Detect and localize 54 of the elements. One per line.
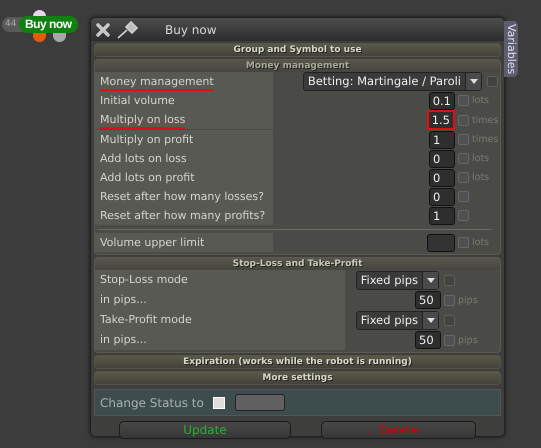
dropdown[interactable]: Fixed pips [356,270,439,290]
checkbox[interactable] [444,334,455,346]
pin-icon[interactable] [117,20,139,38]
field-label: Initial volume [95,91,273,110]
status-field[interactable] [235,394,285,411]
section-header[interactable]: Stop-Loss and Take-Profit [95,258,500,270]
window-title: Buy now [165,22,217,36]
field-label: Multiply on profit [95,130,273,149]
close-icon[interactable] [95,22,111,38]
number-field[interactable]: 0 [429,150,455,168]
checkbox[interactable] [444,274,455,286]
checkbox[interactable] [458,172,469,183]
number-field[interactable]: 1 [429,130,455,148]
field-label: Volume upper limit [95,233,273,252]
field-label: Money management [95,72,273,91]
checkbox[interactable] [458,134,469,145]
number-field[interactable]: 0 [429,188,455,206]
field-label: Change Status to [100,396,205,410]
checkbox[interactable] [487,76,498,87]
number-field[interactable]: 50 [415,291,441,309]
caret-icon [470,79,478,84]
checkbox[interactable] [444,314,455,326]
field-label: in pips... [95,290,345,310]
field-label: Stop-Loss mode [95,270,345,290]
order-label[interactable]: Buy now [19,16,78,33]
number-field[interactable]: 1.5 [426,110,455,130]
caret-icon [426,278,434,282]
checkbox[interactable] [458,210,469,221]
number-field[interactable] [427,234,455,252]
number-field[interactable]: 0 [429,168,455,186]
field-label: Add lots on loss [95,149,273,168]
section-header[interactable]: Expiration (works while the robot is running) [94,355,501,369]
update-button[interactable]: Update [119,421,291,439]
checkbox[interactable] [458,114,469,126]
field-label: Multiply on loss [95,110,273,129]
dropdown[interactable]: Betting: Martingale / Paroli [302,72,482,91]
number-field[interactable]: 0.1 [428,92,455,110]
number-field[interactable]: 50 [415,331,441,349]
checkbox[interactable] [458,191,469,202]
field-label: in pips... [95,330,345,350]
checkbox[interactable] [444,294,455,306]
section-header[interactable]: Group and Symbol to use [94,43,501,57]
field-label: Reset after how many losses? [95,187,273,206]
section-header[interactable]: More settings [94,371,501,385]
caret-icon [426,318,434,322]
dropdown[interactable]: Fixed pips [356,310,439,330]
checkbox[interactable] [458,237,469,248]
checkbox[interactable] [458,95,469,106]
field-label: Add lots on profit [95,168,273,187]
variables-tab[interactable]: Variables [504,21,518,78]
checkbox[interactable] [458,153,469,164]
field-label: Reset after how many profits? [95,206,273,225]
number-field[interactable]: 1 [429,206,455,224]
field-label: Take-Profit mode [95,310,345,330]
